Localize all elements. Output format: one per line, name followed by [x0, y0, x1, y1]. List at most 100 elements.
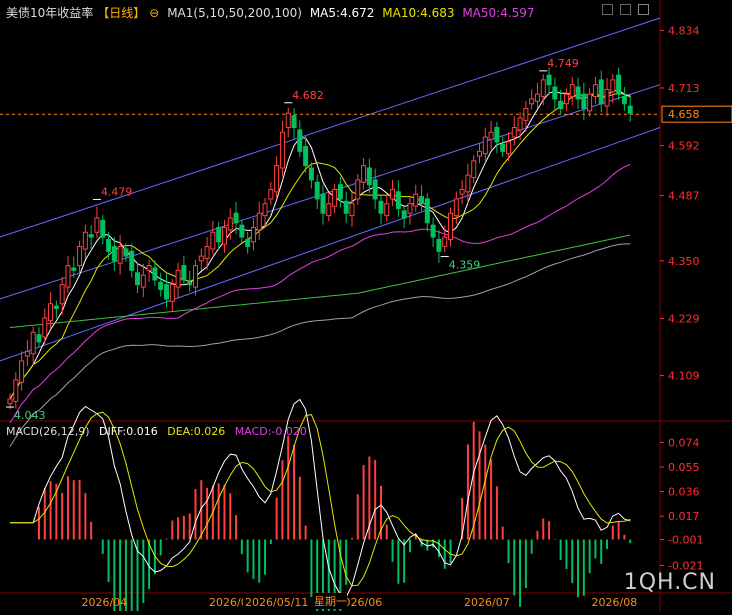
candle-down [291, 115, 297, 129]
y-tick-label: 4.487 [668, 190, 700, 203]
candle-up [13, 379, 19, 402]
candle-up [482, 136, 488, 155]
candle-up [256, 212, 262, 231]
candle-down [303, 146, 309, 167]
ma-params[interactable]: MA1(5,10,50,200,100) [167, 6, 302, 20]
candle-up [529, 98, 535, 105]
candle-down [36, 334, 42, 343]
candle-up [465, 174, 471, 193]
candle-up [534, 93, 540, 102]
candle-up [592, 84, 598, 98]
candle-up [140, 274, 146, 288]
current-price-label: 4.658 [668, 108, 700, 121]
candle-up [82, 231, 88, 250]
ma200-line [9, 234, 631, 328]
channel-lower-line [0, 127, 661, 362]
candle-up [7, 398, 13, 405]
y-tick-label: 4.350 [668, 255, 700, 268]
candle-down [106, 238, 112, 252]
candle-up [349, 203, 355, 217]
candle-down [430, 224, 436, 238]
candle-down [187, 281, 193, 286]
candle-up [94, 217, 100, 233]
extreme-label-high: 4.479 [101, 185, 133, 198]
candle-up [511, 127, 517, 138]
restore-icon[interactable] [602, 4, 613, 15]
candle-up [210, 231, 216, 250]
y-tick-label: 4.834 [668, 24, 700, 37]
candle-up [453, 198, 459, 217]
extreme-label-low: 4.359 [449, 259, 481, 272]
candle-up [587, 93, 593, 112]
macd-dea-line [10, 411, 631, 587]
y-tick-label: 4.109 [668, 370, 700, 383]
cursor-date: 2026/05/11 [243, 596, 311, 609]
maximize-icon[interactable] [620, 4, 631, 15]
candle-up [285, 112, 291, 129]
candle-down [598, 79, 604, 105]
cursor-weekday: 星期一 [314, 593, 347, 609]
candle-down [158, 281, 164, 290]
candle-up [42, 317, 48, 338]
candle-down [181, 265, 187, 281]
candle-up [610, 79, 616, 93]
y-tick-label: 4.713 [668, 82, 700, 95]
candle-down [111, 246, 117, 262]
candle-down [627, 105, 633, 114]
candle-up [384, 203, 390, 217]
candle-up [517, 117, 523, 131]
candle-down [239, 224, 245, 238]
candle-up [413, 193, 419, 207]
extreme-label-low: 4.043 [14, 409, 46, 422]
candle-down [88, 234, 94, 238]
candle-up [355, 179, 361, 200]
candle-down [100, 219, 106, 238]
macd-y-tick-label: -0.001 [668, 533, 703, 546]
candle-down [71, 267, 77, 271]
candle-down [424, 198, 430, 224]
candle-down [314, 181, 320, 200]
candle-up [48, 303, 54, 321]
candle-up [24, 350, 30, 357]
x-tick-label: 2026/04 [81, 596, 127, 609]
candle-up [459, 188, 465, 195]
candle-up [279, 131, 285, 169]
y-tick-label: 4.592 [668, 140, 700, 153]
candle-up [204, 246, 210, 259]
candle-up [540, 79, 546, 98]
macd-y-tick-label: 0.036 [668, 486, 700, 499]
macd-params[interactable]: MACD(26,12,9) [6, 425, 90, 438]
macd-legend: MACD(26,12,9) DIFF:0.016 DEA:0.026 MACD:… [6, 425, 313, 438]
candle-up [227, 217, 233, 231]
candle-up [19, 360, 25, 383]
candle-down [123, 248, 129, 257]
candle-down [419, 196, 425, 205]
candle-up [175, 269, 181, 288]
candle-up [523, 107, 529, 121]
y-tick-label: 4.229 [668, 312, 700, 325]
settings-icon[interactable]: ⊖ [149, 6, 159, 20]
chart-svg: 4.834 4.713 4.592 4.487 4.350 4.229 4.109 0.074… [0, 0, 732, 615]
macd-label: MACD:-0.020 [234, 425, 307, 438]
ma5-label: MA5:4.672 [309, 6, 375, 20]
close-icon[interactable] [638, 4, 649, 15]
candle-down [337, 184, 343, 200]
macd-y-tick-label: 0.074 [668, 436, 700, 449]
candle-up [407, 203, 413, 214]
candle-up [268, 188, 274, 200]
candle-down [494, 127, 500, 143]
candle-up [250, 227, 256, 243]
candle-up [471, 160, 477, 179]
candle-down [320, 193, 326, 214]
period-label[interactable]: 【日线】 [97, 6, 145, 20]
candle-down [372, 179, 378, 200]
candle-down [129, 250, 135, 271]
candle-down [245, 238, 251, 248]
ma10-label: MA10:4.683 [382, 6, 455, 20]
candle-up [569, 84, 575, 98]
candle-up [604, 88, 610, 107]
watermark: 1QH.CN [623, 570, 716, 595]
candle-down [152, 267, 158, 281]
candle-up [65, 265, 71, 288]
candle-down [552, 86, 558, 100]
